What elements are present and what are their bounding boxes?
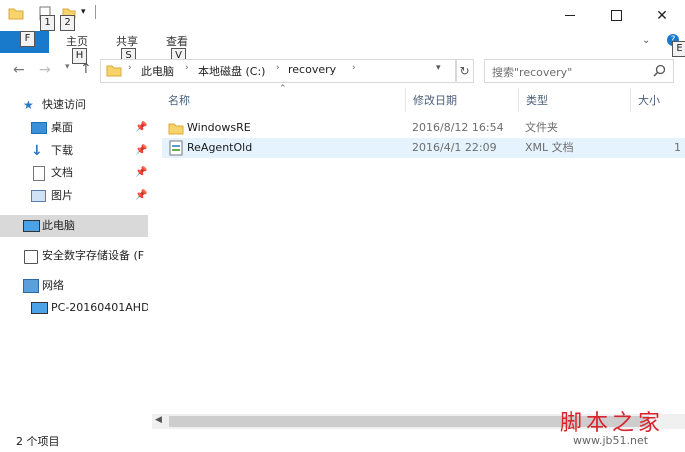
column-header-size[interactable]: 大小 [638, 92, 660, 108]
refresh-icon: ↻ [459, 64, 470, 78]
toolbar-divider [95, 5, 96, 19]
sidebar-item-label: 文档 [51, 166, 73, 179]
tab-share[interactable]: 共享 [116, 33, 138, 49]
item-count: 2 个项目 [16, 435, 60, 448]
desktop-icon [31, 122, 47, 134]
pin-icon[interactable]: 📌 [135, 185, 147, 207]
sidebar-item-pictures[interactable]: 图片 📌 [0, 185, 148, 207]
chevron-right-icon[interactable]: › [352, 63, 356, 73]
sidebar-item-label: PC-20160401AHD [51, 301, 148, 314]
search-icon[interactable] [653, 64, 666, 77]
recent-locations-icon[interactable]: ▾ [65, 62, 70, 72]
minimize-icon [565, 15, 575, 16]
scroll-left-icon[interactable]: ◀ [155, 415, 162, 425]
file-list: ⌃ 名称 修改日期 类型 大小 WindowsRE 2016/8/12 16:5… [152, 84, 685, 418]
file-type: XML 文档 [525, 141, 574, 154]
column-divider[interactable] [518, 88, 519, 112]
keytip-1: 1 [40, 15, 55, 31]
breadcrumb-drive-c[interactable]: 本地磁盘 (C:) [198, 63, 265, 79]
sidebar-item-label: 桌面 [51, 121, 73, 134]
network-icon [23, 279, 39, 293]
computer-icon [31, 302, 48, 314]
sidebar-item-label: 安全数字存储设备 (F [42, 249, 145, 262]
sidebar-item-label: 此电脑 [42, 219, 75, 232]
tab-home[interactable]: 主页 [66, 33, 88, 49]
folder-icon [168, 123, 184, 135]
address-dropdown-icon[interactable]: ▾ [436, 63, 441, 73]
file-type: 文件夹 [525, 121, 558, 134]
sidebar-item-documents[interactable]: 文档 📌 [0, 162, 148, 184]
file-row-reagentold[interactable]: ReAgentOld 2016/4/1 22:09 XML 文档 1 [162, 138, 685, 158]
star-icon: ★ [23, 98, 34, 112]
close-button[interactable]: ✕ [639, 0, 685, 31]
sidebar-item-quick-access[interactable]: ★ 快速访问 [0, 94, 148, 116]
pin-icon[interactable]: 📌 [135, 162, 147, 184]
column-header-name[interactable]: 名称 [168, 92, 190, 108]
chevron-right-icon[interactable]: › [185, 63, 189, 73]
file-size: 1 [674, 141, 681, 154]
navigation-row: ← → ▾ ↑ › 此电脑 › 本地磁盘 (C:) › recovery › ▾… [0, 56, 685, 86]
expand-ribbon-icon[interactable]: ⌄ [642, 35, 650, 46]
chevron-right-icon[interactable]: › [276, 63, 280, 73]
navigation-pane: ★ 快速访问 桌面 📌 ↓ 下载 📌 文档 📌 图片 📌 此电脑 安全数字存储设… [0, 88, 150, 426]
search-input[interactable]: 搜索"recovery" [492, 64, 572, 80]
search-box[interactable]: 搜索"recovery" [484, 59, 674, 83]
folder-icon [106, 65, 122, 77]
sidebar-item-network[interactable]: 网络 [0, 275, 148, 297]
minimize-button[interactable] [547, 0, 593, 31]
maximize-button[interactable] [593, 0, 639, 31]
document-icon [33, 166, 45, 181]
sidebar-item-label: 图片 [51, 189, 73, 202]
file-row-windowsre[interactable]: WindowsRE 2016/8/12 16:54 文件夹 [162, 118, 685, 138]
ribbon-tabs: F 主页 H 共享 S 查看 V ⌄ ? E [0, 31, 685, 64]
column-header-type[interactable]: 类型 [526, 92, 548, 108]
download-icon: ↓ [31, 143, 43, 159]
file-date: 2016/8/12 16:54 [412, 121, 504, 134]
sort-ascending-icon: ⌃ [279, 84, 287, 94]
pin-icon[interactable]: 📌 [135, 117, 147, 139]
address-bar[interactable]: › 此电脑 › 本地磁盘 (C:) › recovery › ▾ [100, 59, 457, 83]
file-date: 2016/4/1 22:09 [412, 141, 497, 154]
computer-icon [23, 220, 40, 232]
watermark-url: www.jb51.net [573, 434, 649, 447]
column-header-date[interactable]: 修改日期 [413, 92, 457, 108]
chevron-right-icon[interactable]: › [128, 63, 132, 73]
sidebar-item-network-pc[interactable]: PC-20160401AHD [0, 297, 148, 319]
keytip-2: 2 [60, 15, 75, 31]
sidebar-item-label: 下载 [51, 144, 73, 157]
file-name: ReAgentOld [187, 141, 253, 154]
file-name: WindowsRE [187, 121, 251, 134]
close-icon: ✕ [656, 7, 668, 24]
refresh-button[interactable]: ↻ [455, 59, 474, 83]
column-divider[interactable] [630, 88, 631, 112]
watermark-brand: 脚本之家 [560, 411, 665, 436]
back-arrow-icon[interactable]: ← [13, 62, 25, 78]
folder-icon [8, 8, 24, 20]
forward-arrow-icon[interactable]: → [39, 62, 51, 78]
tab-view[interactable]: 查看 [166, 33, 188, 49]
sidebar-item-label: 网络 [42, 279, 64, 292]
customize-toolbar-icon[interactable]: ▾ [81, 7, 86, 17]
sidebar-item-secure-storage[interactable]: 安全数字存储设备 (F [0, 245, 148, 267]
sidebar-item-downloads[interactable]: ↓ 下载 📌 [0, 140, 148, 162]
breadcrumb-this-pc[interactable]: 此电脑 [141, 63, 174, 79]
column-divider[interactable] [405, 88, 406, 112]
sidebar-item-label: 快速访问 [42, 98, 86, 111]
breadcrumb-recovery[interactable]: recovery [288, 63, 336, 76]
picture-icon [31, 190, 46, 202]
xml-file-icon [169, 140, 183, 156]
status-bar: 2 个项目 脚本之家 www.jb51.net [0, 411, 685, 452]
title-bar: 1 2 ▾ ✕ [0, 0, 685, 31]
maximize-icon [610, 10, 622, 21]
sd-card-icon [24, 250, 38, 264]
keytip-file: F [20, 31, 35, 47]
keytip-help: E [672, 41, 685, 57]
pin-icon[interactable]: 📌 [135, 140, 147, 162]
sidebar-item-this-pc[interactable]: 此电脑 [0, 215, 148, 237]
sidebar-item-desktop[interactable]: 桌面 📌 [0, 117, 148, 139]
up-arrow-icon[interactable]: ↑ [80, 61, 92, 77]
